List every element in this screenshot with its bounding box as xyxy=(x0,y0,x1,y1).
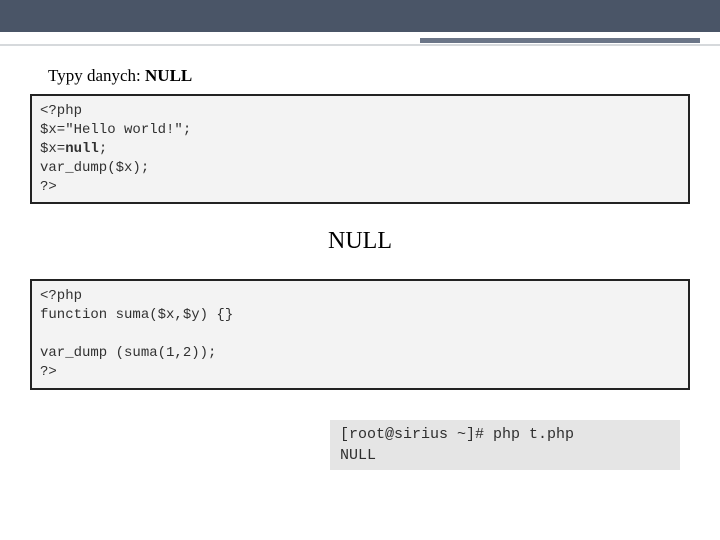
terminal-line2: NULL xyxy=(340,447,376,464)
code1-line4: var_dump($x); xyxy=(40,160,149,176)
output-1: NULL xyxy=(30,228,690,255)
code-box-2: <?php function suma($x,$y) {} var_dump (… xyxy=(30,279,690,389)
slide-content: Typy danych: NULL <?php $x="Hello world!… xyxy=(0,54,720,470)
title-prefix: Typy danych: xyxy=(48,66,145,85)
terminal-line1: [root@sirius ~]# php t.php xyxy=(340,426,574,443)
code1-line3a: $x= xyxy=(40,141,65,157)
code1-line1: <?php xyxy=(40,103,82,119)
code1-line2: $x="Hello world!"; xyxy=(40,122,191,138)
code1-line3c: ; xyxy=(99,141,107,157)
slide-title: Typy danych: NULL xyxy=(48,66,690,86)
code2-line4: var_dump (suma(1,2)); xyxy=(40,345,216,361)
code1-line3b: null xyxy=(65,141,99,157)
slide-rule-area xyxy=(0,34,720,54)
code1-line5: ?> xyxy=(40,179,57,195)
terminal-output: [root@sirius ~]# php t.php NULL xyxy=(330,420,680,470)
code2-line1: <?php xyxy=(40,288,82,304)
code2-line2: function suma($x,$y) {} xyxy=(40,307,233,323)
rule-short xyxy=(420,38,700,43)
rule-long xyxy=(0,44,720,46)
slide-top-band xyxy=(0,0,720,32)
code2-line5: ?> xyxy=(40,364,57,380)
title-bold: NULL xyxy=(145,66,192,85)
code-box-1: <?php $x="Hello world!"; $x=null; var_du… xyxy=(30,94,690,204)
